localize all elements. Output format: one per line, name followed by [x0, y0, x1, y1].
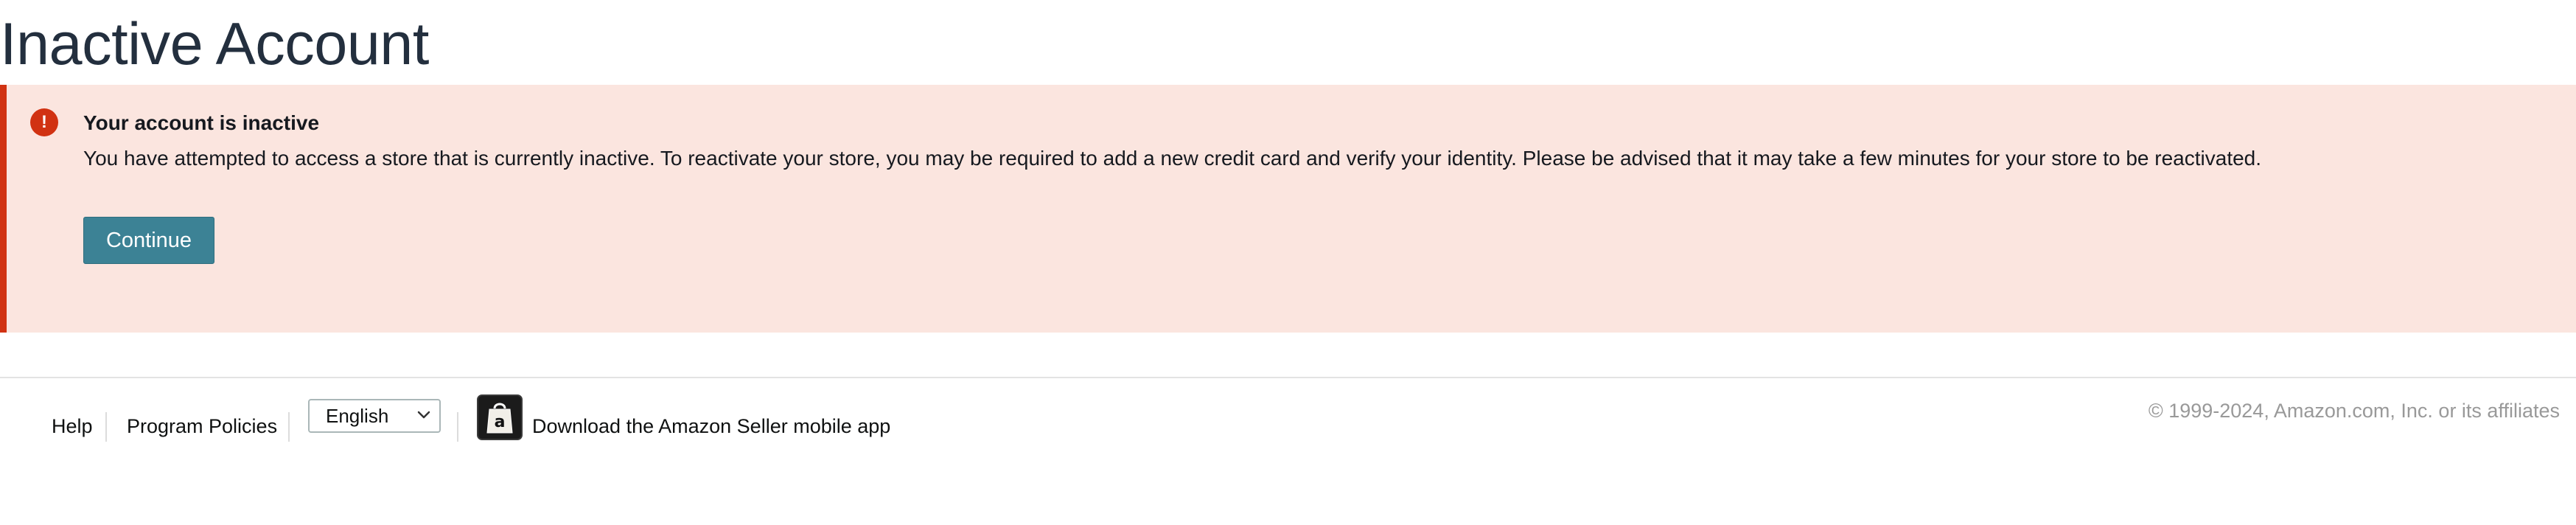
- inactive-account-alert: ! Your account is inactive You have atte…: [0, 85, 2576, 333]
- continue-button[interactable]: Continue: [83, 217, 214, 264]
- page: Inactive Account ! Your account is inact…: [0, 0, 2576, 525]
- language-select[interactable]: English: [308, 399, 441, 433]
- copyright-notice: © 1999-2024, Amazon.com, Inc. or its aff…: [2148, 400, 2560, 422]
- download-seller-app-link[interactable]: Download the Amazon Seller mobile app: [532, 406, 890, 446]
- footer: Help Program Policies English a Download…: [0, 378, 2576, 452]
- program-policies-link[interactable]: Program Policies: [127, 406, 277, 446]
- alert-message: You have attempted to access a store tha…: [83, 147, 2262, 170]
- amazon-seller-app-icon[interactable]: a: [477, 394, 523, 440]
- exclamation-circle-icon: !: [30, 108, 58, 136]
- help-link[interactable]: Help: [52, 406, 93, 446]
- language-selected-value: English: [326, 405, 389, 427]
- footer-separator: [105, 412, 107, 442]
- footer-separator: [457, 412, 458, 442]
- app-icon-letter: a: [495, 413, 506, 431]
- page-title: Inactive Account: [0, 11, 429, 77]
- alert-heading: Your account is inactive: [83, 111, 320, 134]
- shopping-bag-icon: a: [486, 403, 513, 434]
- chevron-down-icon: [417, 411, 430, 419]
- footer-separator: [288, 412, 290, 442]
